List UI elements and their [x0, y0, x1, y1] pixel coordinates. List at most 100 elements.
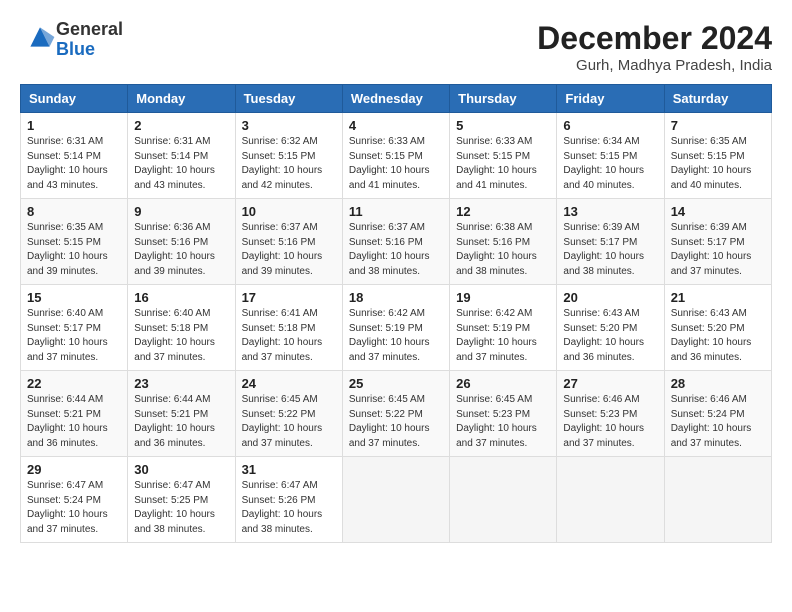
- day-number: 20: [563, 290, 657, 305]
- day-number: 19: [456, 290, 550, 305]
- calendar-week-row: 1 Sunrise: 6:31 AM Sunset: 5:14 PM Dayli…: [21, 113, 772, 199]
- table-row: 27 Sunrise: 6:46 AM Sunset: 5:23 PM Dayl…: [557, 371, 664, 457]
- calendar-header-row: Sunday Monday Tuesday Wednesday Thursday…: [21, 85, 772, 113]
- day-number: 21: [671, 290, 765, 305]
- table-row: 26 Sunrise: 6:45 AM Sunset: 5:23 PM Dayl…: [450, 371, 557, 457]
- col-sunday: Sunday: [21, 85, 128, 113]
- table-row: 22 Sunrise: 6:44 AM Sunset: 5:21 PM Dayl…: [21, 371, 128, 457]
- day-number: 9: [134, 204, 228, 219]
- table-row: 9 Sunrise: 6:36 AM Sunset: 5:16 PM Dayli…: [128, 199, 235, 285]
- table-row: [557, 457, 664, 543]
- day-number: 3: [242, 118, 336, 133]
- day-info: Sunrise: 6:40 AM Sunset: 5:17 PM Dayligh…: [27, 307, 121, 365]
- table-row: 24 Sunrise: 6:45 AM Sunset: 5:22 PM Dayl…: [235, 371, 342, 457]
- day-info: Sunrise: 6:40 AM Sunset: 5:18 PM Dayligh…: [134, 307, 228, 365]
- day-number: 6: [563, 118, 657, 133]
- col-thursday: Thursday: [450, 85, 557, 113]
- day-number: 29: [27, 462, 121, 477]
- day-info: Sunrise: 6:42 AM Sunset: 5:19 PM Dayligh…: [349, 307, 443, 365]
- table-row: 1 Sunrise: 6:31 AM Sunset: 5:14 PM Dayli…: [21, 113, 128, 199]
- table-row: 31 Sunrise: 6:47 AM Sunset: 5:26 PM Dayl…: [235, 457, 342, 543]
- day-info: Sunrise: 6:45 AM Sunset: 5:22 PM Dayligh…: [349, 393, 443, 451]
- table-row: 18 Sunrise: 6:42 AM Sunset: 5:19 PM Dayl…: [342, 285, 449, 371]
- table-row: 19 Sunrise: 6:42 AM Sunset: 5:19 PM Dayl…: [450, 285, 557, 371]
- calendar-table: Sunday Monday Tuesday Wednesday Thursday…: [20, 84, 772, 543]
- day-info: Sunrise: 6:36 AM Sunset: 5:16 PM Dayligh…: [134, 221, 228, 279]
- day-info: Sunrise: 6:33 AM Sunset: 5:15 PM Dayligh…: [456, 135, 550, 193]
- day-number: 17: [242, 290, 336, 305]
- day-info: Sunrise: 6:38 AM Sunset: 5:16 PM Dayligh…: [456, 221, 550, 279]
- day-info: Sunrise: 6:34 AM Sunset: 5:15 PM Dayligh…: [563, 135, 657, 193]
- col-saturday: Saturday: [664, 85, 771, 113]
- day-info: Sunrise: 6:35 AM Sunset: 5:15 PM Dayligh…: [27, 221, 121, 279]
- calendar-week-row: 15 Sunrise: 6:40 AM Sunset: 5:17 PM Dayl…: [21, 285, 772, 371]
- table-row: 7 Sunrise: 6:35 AM Sunset: 5:15 PM Dayli…: [664, 113, 771, 199]
- day-number: 18: [349, 290, 443, 305]
- table-row: 5 Sunrise: 6:33 AM Sunset: 5:15 PM Dayli…: [450, 113, 557, 199]
- month-title: December 2024: [537, 20, 772, 57]
- day-number: 12: [456, 204, 550, 219]
- day-number: 5: [456, 118, 550, 133]
- logo: General Blue: [20, 20, 123, 60]
- day-info: Sunrise: 6:45 AM Sunset: 5:23 PM Dayligh…: [456, 393, 550, 451]
- table-row: 17 Sunrise: 6:41 AM Sunset: 5:18 PM Dayl…: [235, 285, 342, 371]
- day-info: Sunrise: 6:37 AM Sunset: 5:16 PM Dayligh…: [349, 221, 443, 279]
- day-info: Sunrise: 6:42 AM Sunset: 5:19 PM Dayligh…: [456, 307, 550, 365]
- day-number: 11: [349, 204, 443, 219]
- day-info: Sunrise: 6:31 AM Sunset: 5:14 PM Dayligh…: [134, 135, 228, 193]
- day-number: 15: [27, 290, 121, 305]
- table-row: 6 Sunrise: 6:34 AM Sunset: 5:15 PM Dayli…: [557, 113, 664, 199]
- day-number: 4: [349, 118, 443, 133]
- day-number: 7: [671, 118, 765, 133]
- day-info: Sunrise: 6:31 AM Sunset: 5:14 PM Dayligh…: [27, 135, 121, 193]
- table-row: 16 Sunrise: 6:40 AM Sunset: 5:18 PM Dayl…: [128, 285, 235, 371]
- calendar-week-row: 22 Sunrise: 6:44 AM Sunset: 5:21 PM Dayl…: [21, 371, 772, 457]
- table-row: 4 Sunrise: 6:33 AM Sunset: 5:15 PM Dayli…: [342, 113, 449, 199]
- day-info: Sunrise: 6:41 AM Sunset: 5:18 PM Dayligh…: [242, 307, 336, 365]
- day-number: 22: [27, 376, 121, 391]
- table-row: 20 Sunrise: 6:43 AM Sunset: 5:20 PM Dayl…: [557, 285, 664, 371]
- day-number: 28: [671, 376, 765, 391]
- logo-text: General Blue: [56, 20, 123, 60]
- day-number: 2: [134, 118, 228, 133]
- day-number: 27: [563, 376, 657, 391]
- day-info: Sunrise: 6:32 AM Sunset: 5:15 PM Dayligh…: [242, 135, 336, 193]
- day-number: 10: [242, 204, 336, 219]
- table-row: [450, 457, 557, 543]
- table-row: 23 Sunrise: 6:44 AM Sunset: 5:21 PM Dayl…: [128, 371, 235, 457]
- day-number: 25: [349, 376, 443, 391]
- calendar-week-row: 29 Sunrise: 6:47 AM Sunset: 5:24 PM Dayl…: [21, 457, 772, 543]
- day-info: Sunrise: 6:44 AM Sunset: 5:21 PM Dayligh…: [134, 393, 228, 451]
- day-info: Sunrise: 6:46 AM Sunset: 5:24 PM Dayligh…: [671, 393, 765, 451]
- day-number: 16: [134, 290, 228, 305]
- day-number: 14: [671, 204, 765, 219]
- table-row: 11 Sunrise: 6:37 AM Sunset: 5:16 PM Dayl…: [342, 199, 449, 285]
- day-info: Sunrise: 6:37 AM Sunset: 5:16 PM Dayligh…: [242, 221, 336, 279]
- location: Gurh, Madhya Pradesh, India: [537, 57, 772, 74]
- header: General Blue December 2024 Gurh, Madhya …: [20, 20, 772, 74]
- day-number: 31: [242, 462, 336, 477]
- table-row: 29 Sunrise: 6:47 AM Sunset: 5:24 PM Dayl…: [21, 457, 128, 543]
- day-number: 1: [27, 118, 121, 133]
- table-row: 10 Sunrise: 6:37 AM Sunset: 5:16 PM Dayl…: [235, 199, 342, 285]
- day-info: Sunrise: 6:43 AM Sunset: 5:20 PM Dayligh…: [671, 307, 765, 365]
- table-row: 12 Sunrise: 6:38 AM Sunset: 5:16 PM Dayl…: [450, 199, 557, 285]
- table-row: 15 Sunrise: 6:40 AM Sunset: 5:17 PM Dayl…: [21, 285, 128, 371]
- day-info: Sunrise: 6:46 AM Sunset: 5:23 PM Dayligh…: [563, 393, 657, 451]
- day-number: 13: [563, 204, 657, 219]
- day-info: Sunrise: 6:43 AM Sunset: 5:20 PM Dayligh…: [563, 307, 657, 365]
- col-monday: Monday: [128, 85, 235, 113]
- table-row: 3 Sunrise: 6:32 AM Sunset: 5:15 PM Dayli…: [235, 113, 342, 199]
- day-info: Sunrise: 6:44 AM Sunset: 5:21 PM Dayligh…: [27, 393, 121, 451]
- table-row: 28 Sunrise: 6:46 AM Sunset: 5:24 PM Dayl…: [664, 371, 771, 457]
- logo-icon: [24, 21, 56, 53]
- table-row: [664, 457, 771, 543]
- calendar-week-row: 8 Sunrise: 6:35 AM Sunset: 5:15 PM Dayli…: [21, 199, 772, 285]
- day-number: 24: [242, 376, 336, 391]
- table-row: 2 Sunrise: 6:31 AM Sunset: 5:14 PM Dayli…: [128, 113, 235, 199]
- day-info: Sunrise: 6:47 AM Sunset: 5:25 PM Dayligh…: [134, 479, 228, 537]
- day-info: Sunrise: 6:33 AM Sunset: 5:15 PM Dayligh…: [349, 135, 443, 193]
- col-tuesday: Tuesday: [235, 85, 342, 113]
- day-info: Sunrise: 6:45 AM Sunset: 5:22 PM Dayligh…: [242, 393, 336, 451]
- day-info: Sunrise: 6:47 AM Sunset: 5:24 PM Dayligh…: [27, 479, 121, 537]
